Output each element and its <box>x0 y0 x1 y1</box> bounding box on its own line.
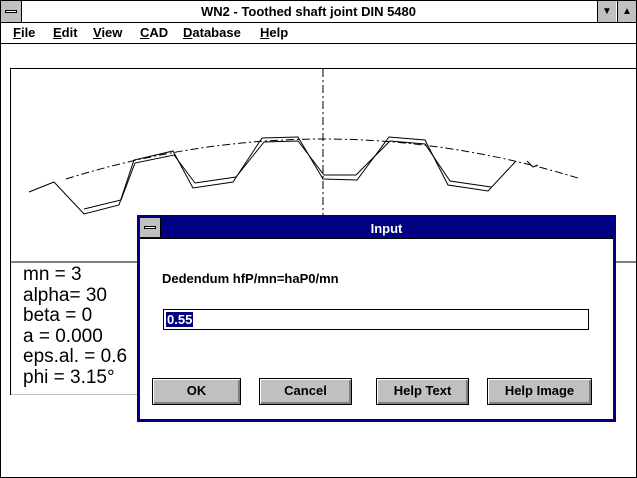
minimize-icon: ▼ <box>602 6 612 17</box>
menu-cad[interactable]: CAD <box>140 25 168 40</box>
ok-button-label: OK <box>186 383 207 398</box>
dialog-prompt: Dedendum hfP/mn=haP0/mn <box>162 271 339 286</box>
menu-view[interactable]: View <box>93 25 122 40</box>
maximize-button[interactable]: ▲ <box>617 1 636 22</box>
help-image-button[interactable]: Help Image <box>487 378 592 405</box>
menu-bar: File Edit View CAD Database Help <box>1 23 636 44</box>
menu-database[interactable]: Database <box>183 25 241 40</box>
readout-line: a = 0.000 <box>23 325 103 347</box>
readout-line: eps.al. = 0.6 <box>23 346 128 367</box>
help-text-button[interactable]: Help Text <box>376 378 469 405</box>
dialog-title-bar[interactable]: Input <box>140 218 613 239</box>
value-input-text: 0.55 <box>166 312 194 327</box>
tooth-profile-inner <box>83 140 492 210</box>
ok-button[interactable]: OK <box>152 378 241 405</box>
input-dialog: Input Dedendum hfP/mn=haP0/mn 0.55 OK Ca… <box>137 215 616 422</box>
menu-help[interactable]: Help <box>260 25 288 40</box>
system-menu-button[interactable] <box>1 1 22 22</box>
help-image-button-label: Help Image <box>504 383 575 398</box>
system-menu-icon <box>5 10 17 13</box>
main-window: WN2 - Toothed shaft joint DIN 5480 ▼ ▲ F… <box>0 0 637 478</box>
minimize-button[interactable]: ▼ <box>597 1 616 22</box>
readout-line: beta = 0 <box>23 305 93 326</box>
title-bar[interactable]: WN2 - Toothed shaft joint DIN 5480 ▼ ▲ <box>1 1 636 23</box>
dialog-body: Input Dedendum hfP/mn=haP0/mn 0.55 OK Ca… <box>140 218 613 419</box>
menu-edit[interactable]: Edit <box>53 25 78 40</box>
dialog-system-menu-button[interactable] <box>140 218 161 237</box>
dialog-system-menu-icon <box>144 226 156 229</box>
tooth-profile <box>28 136 517 215</box>
menu-file[interactable]: File <box>13 25 35 40</box>
readout-line: phi = 3.15° <box>23 366 115 388</box>
readout-line: mn = 3 <box>23 264 82 285</box>
cancel-button-label: Cancel <box>284 383 327 398</box>
cancel-button[interactable]: Cancel <box>259 378 352 405</box>
maximize-icon: ▲ <box>622 6 632 17</box>
parameter-readout: mn = 3 alpha= 30 beta = 0 a = 0.000 eps.… <box>23 264 128 388</box>
dialog-title: Input <box>370 221 403 236</box>
window-title: WN2 - Toothed shaft joint DIN 5480 <box>201 4 416 19</box>
value-input[interactable]: 0.55 <box>163 309 589 330</box>
readout-line: alpha= 30 <box>23 284 107 306</box>
help-text-button-label: Help Text <box>393 383 452 398</box>
